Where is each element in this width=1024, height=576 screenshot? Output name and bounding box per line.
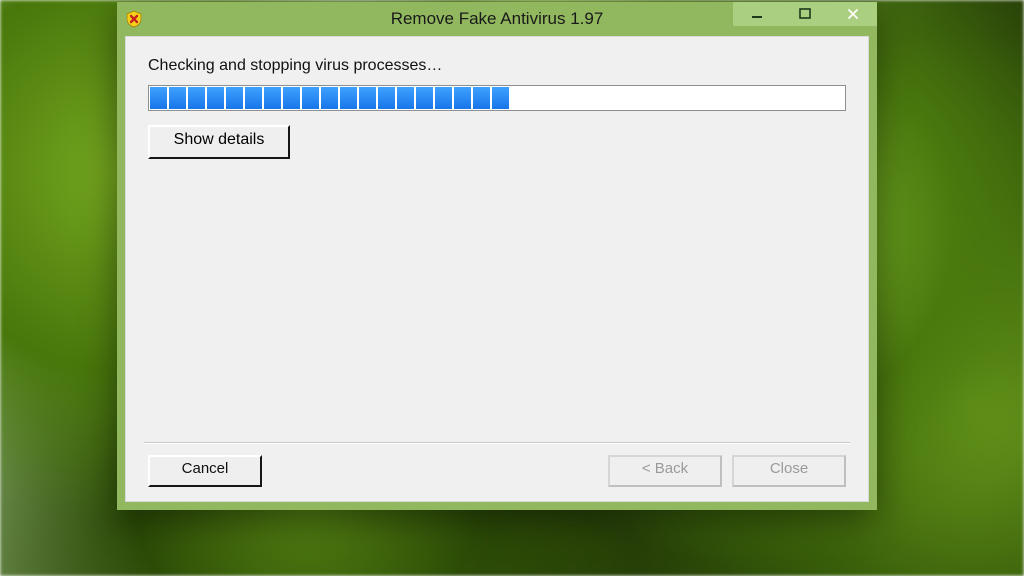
titlebar[interactable]: Remove Fake Antivirus 1.97	[117, 2, 877, 36]
progress-chunk	[359, 87, 376, 109]
cancel-button[interactable]: Cancel	[148, 455, 262, 487]
spacer	[148, 159, 846, 442]
minimize-button[interactable]	[733, 2, 781, 26]
close-icon	[847, 8, 859, 20]
progress-chunk	[378, 87, 395, 109]
progress-chunk	[150, 87, 167, 109]
button-row: Cancel < Back Close	[148, 455, 846, 487]
progress-chunk	[245, 87, 262, 109]
progress-chunk	[264, 87, 281, 109]
progress-chunk	[169, 87, 186, 109]
progress-bar	[148, 85, 846, 111]
maximize-icon	[799, 8, 811, 20]
window-title: Remove Fake Antivirus 1.97	[391, 9, 604, 29]
progress-chunk	[207, 87, 224, 109]
progress-chunk	[226, 87, 243, 109]
separator	[144, 442, 850, 443]
progress-chunk	[416, 87, 433, 109]
maximize-button[interactable]	[781, 2, 829, 26]
progress-chunk	[397, 87, 414, 109]
show-details-button[interactable]: Show details	[148, 125, 290, 159]
progress-chunk	[473, 87, 490, 109]
progress-chunk	[454, 87, 471, 109]
close-window-button[interactable]	[829, 2, 877, 26]
progress-chunk	[188, 87, 205, 109]
app-window: Remove Fake Antivirus 1.97 Checking and …	[117, 2, 877, 510]
back-button: < Back	[608, 455, 722, 487]
status-text: Checking and stopping virus processes…	[148, 57, 846, 75]
progress-chunk	[302, 87, 319, 109]
window-controls	[733, 2, 877, 28]
progress-chunk	[321, 87, 338, 109]
progress-chunk	[492, 87, 509, 109]
client-area: Checking and stopping virus processes… S…	[125, 36, 869, 502]
minimize-icon	[751, 8, 763, 20]
progress-chunk	[340, 87, 357, 109]
progress-chunk	[283, 87, 300, 109]
close-button: Close	[732, 455, 846, 487]
shield-x-icon	[125, 10, 143, 28]
progress-chunk	[435, 87, 452, 109]
